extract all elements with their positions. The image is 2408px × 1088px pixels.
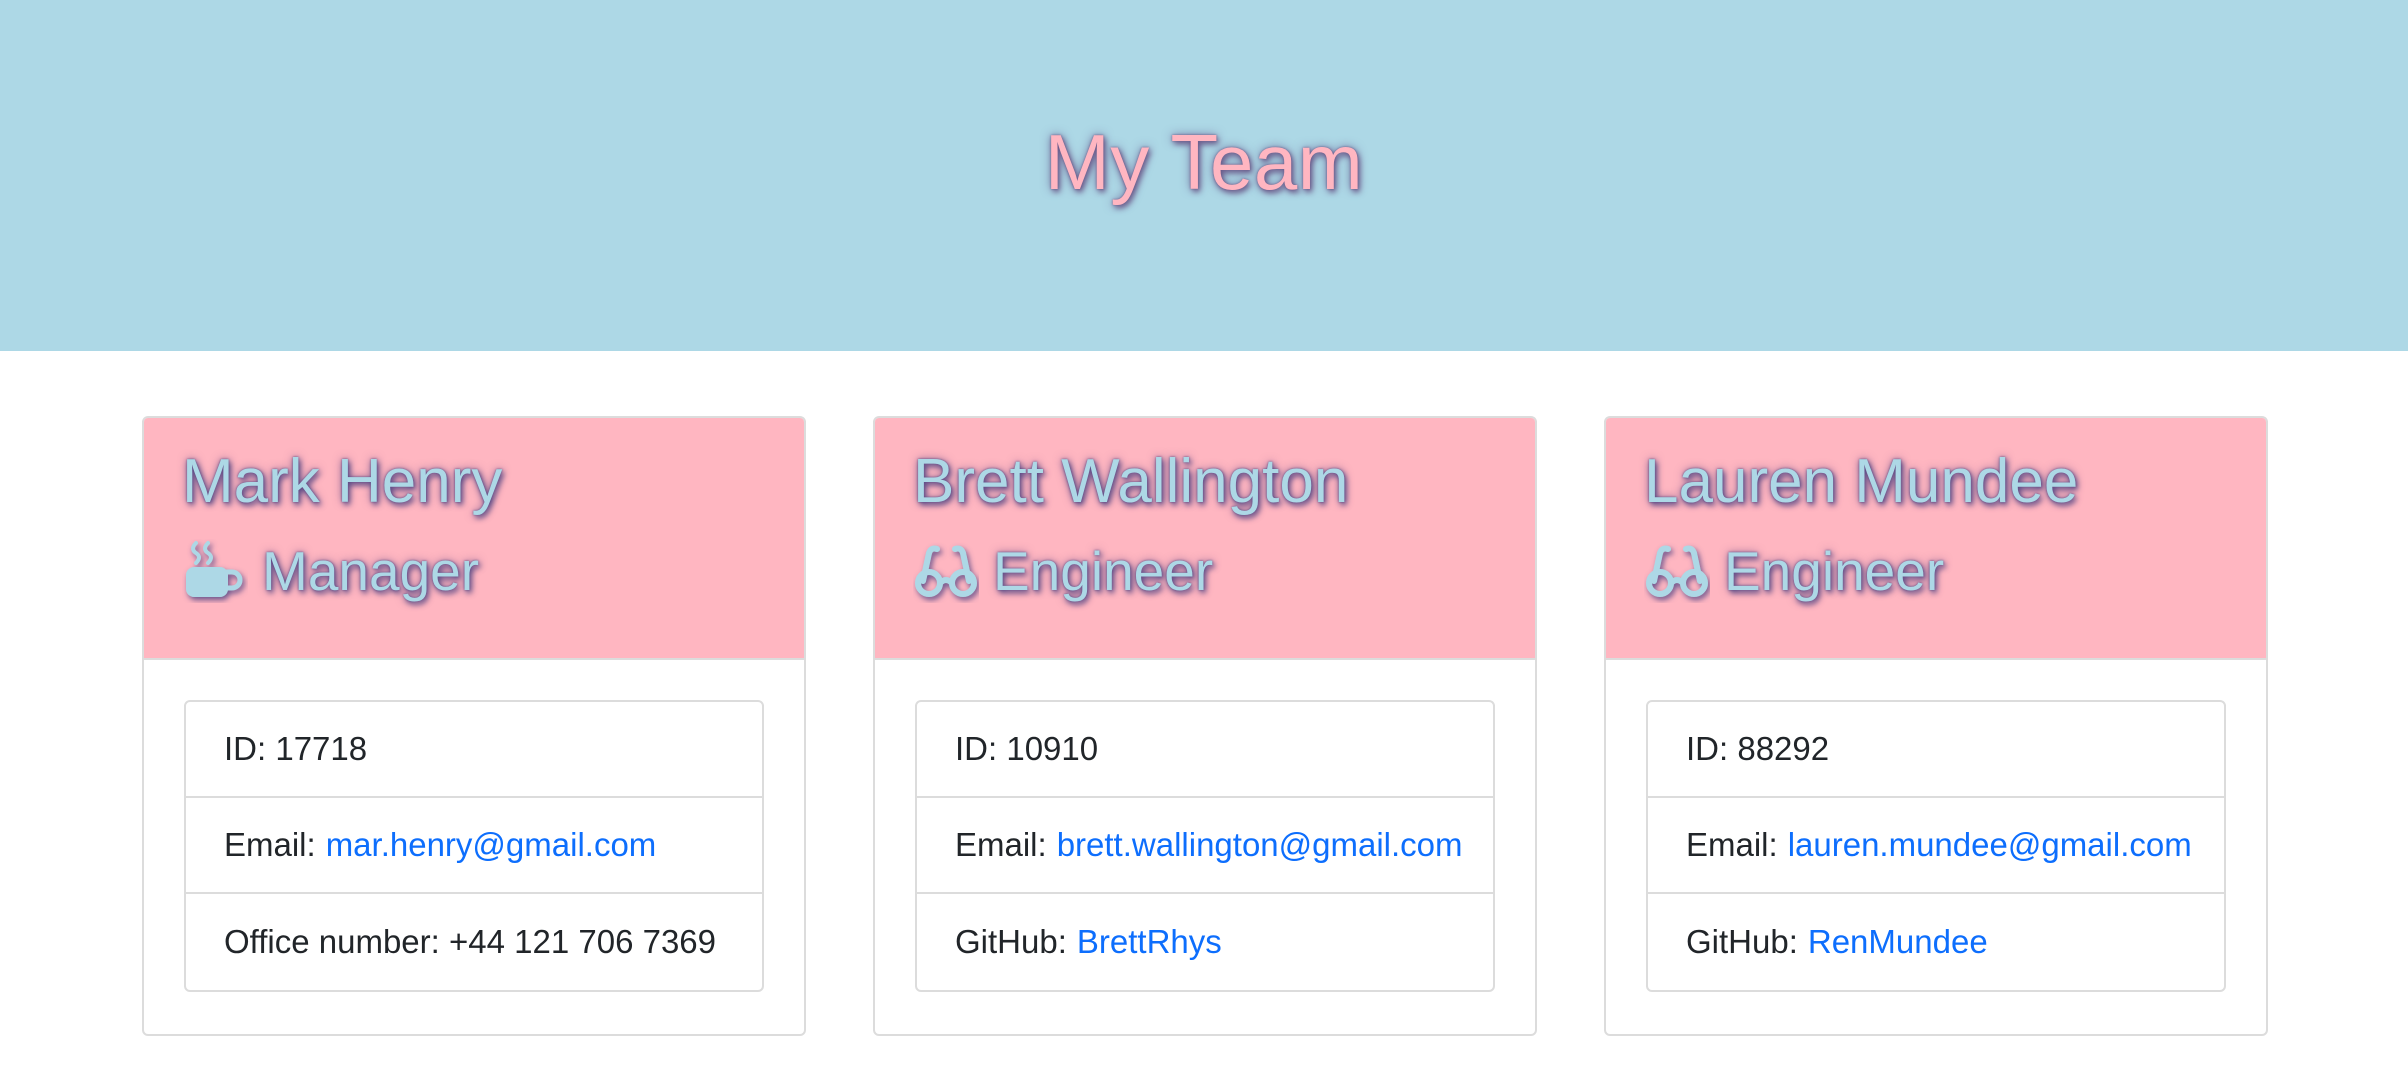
id-row: ID: 88292: [1648, 702, 2224, 798]
email-row: Email: lauren.mundee@gmail.com: [1648, 798, 2224, 894]
employee-role: Engineer: [913, 536, 1535, 606]
github-row: GitHub: BrettRhys: [917, 894, 1493, 990]
id-value: 17718: [275, 730, 368, 767]
email-row: Email: brett.wallington@gmail.com: [917, 798, 1493, 894]
employee-name: Lauren Mundee: [1644, 447, 2079, 516]
github-label: GitHub:: [955, 923, 1067, 960]
github-link[interactable]: BrettRhys: [1077, 923, 1222, 961]
page-title: My Team: [1044, 118, 1364, 206]
id-label: ID:: [955, 730, 998, 767]
email-label: Email:: [1686, 826, 1778, 863]
github-link[interactable]: RenMundee: [1808, 923, 1988, 961]
glasses-icon: [913, 539, 979, 603]
info-list: ID: 17718 Email: mar.henry@gmail.com Off…: [184, 700, 764, 992]
email-link[interactable]: brett.wallington@gmail.com: [1057, 826, 1463, 864]
card-body: ID: 88292 Email: lauren.mundee@gmail.com…: [1606, 660, 2266, 992]
email-row: Email: mar.henry@gmail.com: [186, 798, 762, 894]
id-label: ID:: [224, 730, 267, 767]
info-list: ID: 10910 Email: brett.wallington@gmail.…: [915, 700, 1495, 992]
employee-name: Mark Henry: [182, 447, 503, 516]
role-label: Manager: [262, 540, 480, 602]
office-number-value: +44 121 706 7369: [449, 923, 717, 960]
card-header: Mark Henry Manager: [144, 418, 804, 660]
page-header: My Team: [0, 0, 2408, 351]
info-list: ID: 88292 Email: lauren.mundee@gmail.com…: [1646, 700, 2226, 992]
employee-card: Lauren Mundee Engineer ID: 88292 Email: …: [1604, 416, 2268, 1036]
office-number-row: Office number: +44 121 706 7369: [186, 894, 762, 990]
employee-name: Brett Wallington: [913, 447, 1349, 516]
office-number-label: Office number:: [224, 923, 440, 960]
github-row: GitHub: RenMundee: [1648, 894, 2224, 990]
team-cards: Mark Henry Manager ID: 17718 Email: mar.…: [142, 416, 2268, 1036]
card-body: ID: 17718 Email: mar.henry@gmail.com Off…: [144, 660, 804, 992]
email-link[interactable]: mar.henry@gmail.com: [326, 826, 657, 864]
employee-role: Engineer: [1644, 536, 2266, 606]
github-label: GitHub:: [1686, 923, 1798, 960]
coffee-cup-icon: [182, 539, 248, 603]
id-value: 88292: [1737, 730, 1830, 767]
card-body: ID: 10910 Email: brett.wallington@gmail.…: [875, 660, 1535, 992]
email-label: Email:: [224, 826, 316, 863]
id-row: ID: 10910: [917, 702, 1493, 798]
card-header: Brett Wallington Engineer: [875, 418, 1535, 660]
role-label: Engineer: [1724, 540, 1945, 602]
employee-card: Brett Wallington Engineer ID: 10910 Emai…: [873, 416, 1537, 1036]
role-label: Engineer: [993, 540, 1214, 602]
id-row: ID: 17718: [186, 702, 762, 798]
email-label: Email:: [955, 826, 1047, 863]
employee-card: Mark Henry Manager ID: 17718 Email: mar.…: [142, 416, 806, 1036]
card-header: Lauren Mundee Engineer: [1606, 418, 2266, 660]
id-label: ID:: [1686, 730, 1729, 767]
email-link[interactable]: lauren.mundee@gmail.com: [1788, 826, 2192, 864]
glasses-icon: [1644, 539, 1710, 603]
employee-role: Manager: [182, 536, 804, 606]
id-value: 10910: [1006, 730, 1099, 767]
